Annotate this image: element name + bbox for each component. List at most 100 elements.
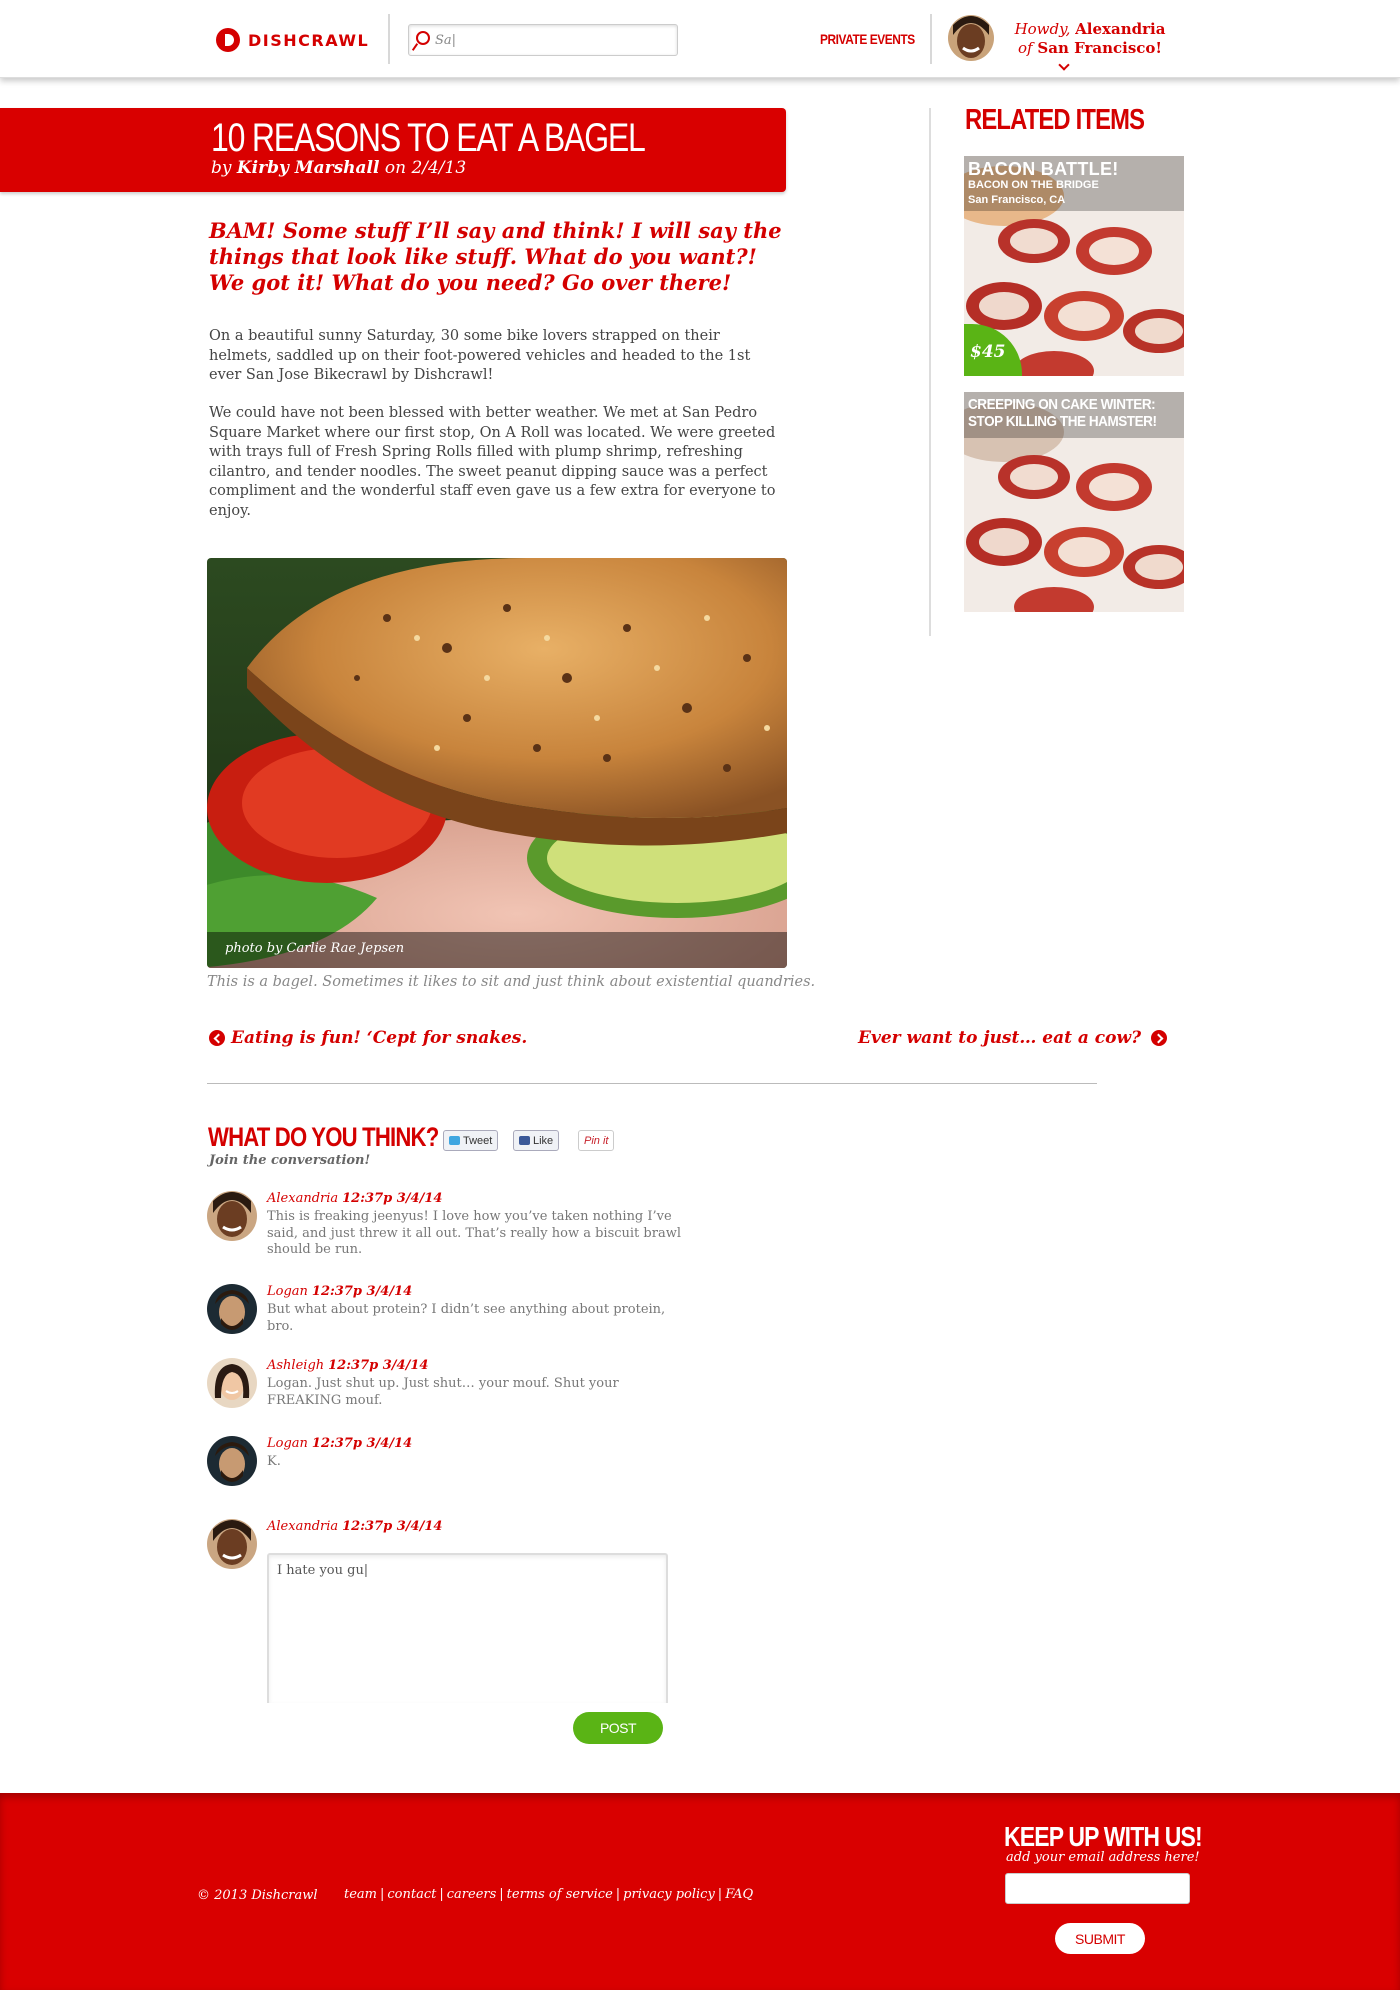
next-article-link[interactable]: Ever want to just… eat a cow? [858, 1028, 1168, 1048]
comment-time: 12:37p 3/4/14 [342, 1519, 443, 1534]
related-item-subtitle: BACON ON THE BRIDGE [968, 179, 1099, 191]
newsletter-subheading: add your email address here! [1006, 1850, 1200, 1865]
comment-text: K. [267, 1454, 281, 1469]
related-item-header: BACON BATTLE! BACON ON THE BRIDGE San Fr… [964, 156, 1184, 211]
photo-credit-bar: photo by Carlie Rae Jepsen [207, 932, 787, 968]
avatar[interactable] [207, 1519, 257, 1569]
footer-link-contact[interactable]: contact [387, 1887, 436, 1902]
chevron-left-icon [209, 1030, 225, 1046]
newsletter-heading: KEEP UP WITH US! [1004, 1821, 1203, 1852]
comment-text: But what about protein? I didn’t see any… [267, 1302, 666, 1334]
article-paragraph: On a beautiful sunny Saturday, 30 some b… [209, 328, 751, 383]
related-item-card[interactable]: BACON BATTLE! BACON ON THE BRIDGE San Fr… [964, 156, 1184, 376]
avatar[interactable] [207, 1284, 257, 1334]
photo-caption: This is a bagel. Sometimes it likes to s… [207, 974, 816, 990]
comment-author: Alexandria [267, 1519, 339, 1534]
previous-article-link[interactable]: Eating is fun! ‘Cept for snakes. [209, 1028, 527, 1048]
article-date: 2/4/13 [411, 158, 467, 178]
comment-author[interactable]: Ashleigh [267, 1358, 324, 1373]
comment-time: 12:37p 3/4/14 [311, 1284, 413, 1299]
comment-time: 12:37p 3/4/14 [342, 1191, 443, 1206]
footer-link-privacy[interactable]: privacy policy [623, 1887, 715, 1902]
comment-meta: Logan 12:37p 3/4/14 [267, 1436, 412, 1451]
twitter-icon [449, 1136, 460, 1145]
of-label: of [1018, 39, 1033, 57]
comment-meta: Alexandria 12:37p 3/4/14 [267, 1191, 442, 1206]
search-input[interactable] [435, 29, 665, 51]
footer-link-team[interactable]: team [344, 1887, 377, 1902]
related-item-header: CREEPING ON CAKE WINTER: STOP KILLING TH… [964, 392, 1184, 438]
avatar[interactable] [207, 1358, 257, 1408]
comment-text: This is freaking jeenyus! I love how you… [267, 1209, 681, 1257]
pinterest-button[interactable]: Pin it [578, 1130, 615, 1151]
tweet-label: Tweet [463, 1134, 493, 1147]
like-label: Like [533, 1134, 554, 1147]
related-item-title: BACON BATTLE! [968, 159, 1119, 179]
site-header: DISHCRAWL PRIVATE EVENTS Howdy, Alexandr… [0, 0, 1400, 78]
article-paragraph: We could have not been blessed with bett… [209, 405, 776, 519]
search-box[interactable] [408, 24, 678, 56]
tweet-button[interactable]: Tweet [443, 1130, 499, 1151]
comment-author[interactable]: Logan [267, 1284, 308, 1299]
price-label: $45 [970, 342, 1006, 362]
author-name[interactable]: Kirby Marshall [237, 158, 380, 178]
comment-meta: Logan 12:37p 3/4/14 [267, 1284, 412, 1299]
comment-time: 12:37p 3/4/14 [311, 1436, 413, 1451]
title-banner: 10 REASONS TO EAT A BAGEL by Kirby Marsh… [0, 108, 786, 192]
user-greeting[interactable]: Howdy, Alexandria of San Francisco! [1000, 20, 1180, 58]
post-button[interactable]: POST [573, 1712, 663, 1744]
next-article-label: Ever want to just… eat a cow? [858, 1028, 1142, 1048]
user-avatar[interactable] [948, 15, 994, 61]
header-divider [388, 14, 390, 64]
comments-subheading: Join the conversation! [209, 1153, 371, 1168]
previous-article-label: Eating is fun! ‘Cept for snakes. [231, 1028, 528, 1048]
byline: by Kirby Marshall on 2/4/13 [211, 158, 466, 178]
copyright: © 2013 Dishcrawl [197, 1888, 318, 1903]
avatar[interactable] [207, 1436, 257, 1486]
reply-box[interactable]: I hate you gu| [267, 1553, 668, 1703]
photo-credit: photo by Carlie Rae Jepsen [225, 941, 405, 956]
user-city: San Francisco! [1037, 39, 1162, 57]
chevron-down-icon[interactable] [1058, 59, 1070, 71]
on-label: on [384, 158, 407, 178]
dishcrawl-logo[interactable]: DISHCRAWL [216, 27, 369, 53]
sidebar-divider [929, 108, 931, 636]
search-icon [416, 31, 430, 45]
submit-button[interactable]: SUBMIT [1055, 1923, 1145, 1954]
thumbs-up-icon [519, 1136, 530, 1145]
comment-author[interactable]: Logan [267, 1436, 308, 1451]
comment-textarea[interactable]: I hate you gu| [277, 1563, 657, 1693]
by-label: by [211, 158, 232, 178]
footer-links: team | contact | careers | terms of service | pr… [344, 1887, 754, 1902]
related-item-card[interactable]: CREEPING ON CAKE WINTER: STOP KILLING TH… [964, 392, 1184, 612]
dishcrawl-logo-icon [216, 28, 240, 52]
footer-link-faq[interactable]: FAQ [725, 1887, 753, 1902]
footer-link-careers[interactable]: careers [447, 1887, 497, 1902]
private-events-link[interactable]: PRIVATE EVENTS [820, 31, 915, 47]
avatar[interactable] [207, 1191, 257, 1241]
howdy-prefix: Howdy, [1014, 20, 1071, 38]
site-footer: © 2013 Dishcrawl team | contact | careers | te… [0, 1793, 1400, 1990]
pin-label: Pin it [584, 1134, 609, 1147]
comment-time: 12:37p 3/4/14 [328, 1358, 429, 1373]
comment-author[interactable]: Alexandria [267, 1191, 338, 1206]
related-item-title: STOP KILLING THE HAMSTER! [968, 413, 1157, 430]
related-items-heading: RELATED ITEMS [965, 104, 1145, 136]
related-item-location: San Francisco, CA [968, 194, 1066, 206]
user-name: Alexandria [1075, 20, 1166, 38]
header-divider [930, 14, 932, 64]
divider [207, 1083, 1097, 1084]
bagel-photo: photo by Carlie Rae Jepsen [207, 558, 787, 968]
footer-link-terms[interactable]: terms of service [507, 1887, 613, 1902]
email-field[interactable] [1005, 1873, 1190, 1904]
comment-meta: Ashleigh 12:37p 3/4/14 [267, 1358, 428, 1373]
comment-text: Logan. Just shut up. Just shut… your mou… [267, 1376, 619, 1408]
related-item-title: CREEPING ON CAKE WINTER: [968, 396, 1156, 413]
facebook-like-button[interactable]: Like [513, 1130, 560, 1151]
comments-heading: WHAT DO YOU THINK? [208, 1122, 439, 1152]
logo-text: DISHCRAWL [248, 30, 370, 50]
chevron-right-icon [1151, 1030, 1168, 1046]
article-lede: BAM! Some stuff I’ll say and think! I wi… [209, 218, 782, 295]
article-title: 10 REASONS TO EAT A BAGEL [211, 116, 646, 160]
comment-meta: Alexandria 12:37p 3/4/14 [267, 1519, 442, 1534]
